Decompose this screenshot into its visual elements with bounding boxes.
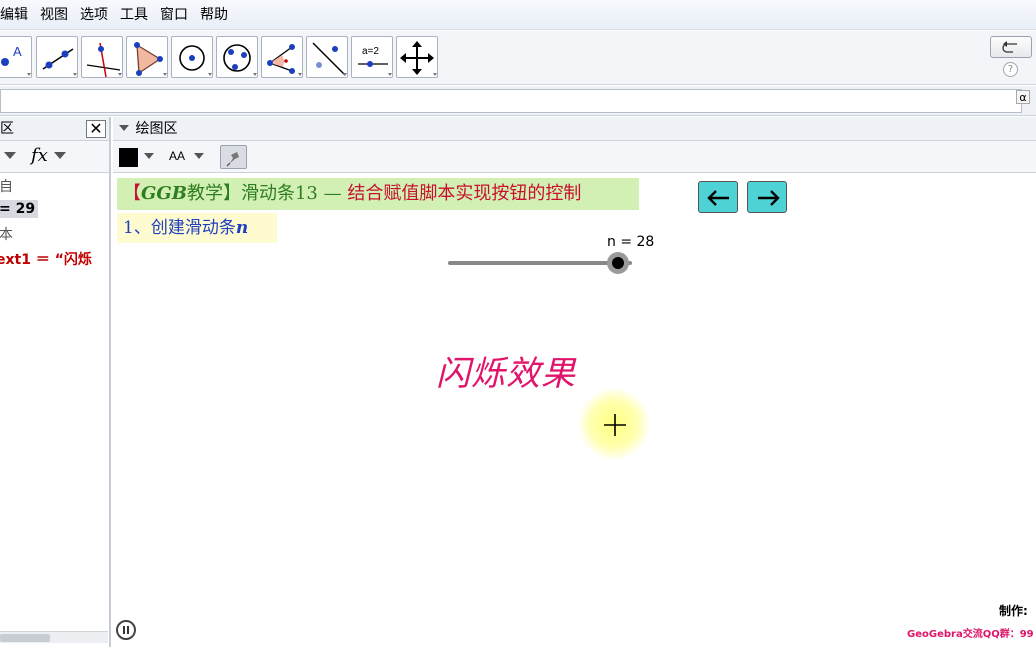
algebra-toolbar: fx — [0, 141, 109, 173]
chevron-down-icon[interactable] — [54, 152, 68, 162]
slider-tool[interactable]: a=2 — [351, 36, 393, 78]
point-tool[interactable]: A — [0, 36, 32, 78]
algebra-row[interactable]: 自 — [0, 176, 13, 196]
graphics-title: 绘图区 — [135, 121, 178, 137]
pause-button[interactable] — [116, 620, 136, 640]
slider-icon: a=2 — [358, 46, 392, 76]
undo-icon — [1002, 41, 1017, 53]
triangle-down-icon[interactable] — [119, 123, 131, 133]
algebra-row-text1[interactable]: ext1 ＝ “闪烁 — [0, 249, 92, 269]
symbol-button[interactable]: α — [1016, 90, 1030, 104]
algebra-view: 区 ✕ fx 自 = 29 本 ext1 ＝ “闪烁 — [0, 117, 111, 647]
circle-tool[interactable] — [171, 36, 213, 78]
title-dash: — — [323, 183, 342, 204]
prev-button[interactable] — [698, 181, 738, 213]
point-icon: A — [1, 44, 31, 76]
menu-bar: 编辑 视图 选项 工具 窗口 帮助 — [0, 0, 1036, 30]
title-bracket: 【 — [123, 183, 141, 204]
title-brand-suffix: 教学】 — [186, 183, 241, 204]
maker-label: 制作: — [999, 604, 1028, 618]
chevron-down-icon[interactable] — [144, 153, 156, 161]
title-text-box[interactable]: 【GGB教学】滑动条13 — 结合赋值脚本实现按钮的控制 — [117, 178, 639, 210]
polygon-icon — [134, 42, 167, 76]
menu-tools[interactable]: 工具 — [114, 0, 154, 30]
angle-icon — [267, 44, 302, 76]
menu-edit[interactable]: 编辑 — [0, 0, 34, 30]
style-bar: AA — [113, 141, 1036, 173]
conic-tool[interactable] — [216, 36, 258, 78]
algebra-title: 区 — [0, 121, 14, 137]
polygon-tool[interactable] — [126, 36, 168, 78]
reflect-tool[interactable] — [306, 36, 348, 78]
slider-track[interactable] — [448, 261, 632, 265]
undo-button[interactable] — [990, 36, 1032, 58]
perpendicular-tool[interactable] — [81, 36, 123, 78]
step-variable: n — [235, 218, 249, 238]
triangle-down-icon[interactable] — [4, 152, 18, 162]
step-text-box[interactable]: 1、创建滑动条n — [117, 213, 277, 243]
close-icon[interactable]: ✕ — [86, 120, 106, 138]
fx-icon[interactable]: fx — [31, 145, 48, 166]
crosshair-cursor-icon — [604, 414, 626, 436]
pause-icon — [123, 626, 129, 634]
move-graphics-icon — [400, 41, 437, 76]
title-brand: GGB — [141, 183, 187, 204]
circle-icon — [179, 45, 212, 76]
horizontal-scrollbar[interactable] — [0, 631, 108, 643]
flash-text: 闪烁效果 — [436, 354, 576, 394]
step-label: 1、创建滑动条 — [123, 218, 236, 238]
algebra-header: 区 ✕ — [0, 117, 109, 141]
reflect-icon — [312, 42, 347, 76]
input-field[interactable] — [0, 89, 1022, 113]
menu-view[interactable]: 视图 — [34, 0, 74, 30]
slider-handle[interactable] — [607, 252, 629, 274]
pin-button[interactable] — [220, 145, 247, 169]
point-tool-label: A — [13, 44, 22, 59]
line-icon — [42, 48, 77, 76]
ellipse-icon — [223, 44, 257, 76]
line-tool[interactable] — [36, 36, 78, 78]
algebra-row-selected[interactable]: = 29 — [0, 200, 39, 218]
title-subject: 滑动条13 — [240, 183, 324, 204]
algebra-row[interactable]: 本 — [0, 224, 13, 244]
pin-icon — [226, 152, 239, 167]
menu-window[interactable]: 窗口 — [154, 0, 194, 30]
arrow-left-icon — [707, 190, 729, 206]
qq-group-label: GeoGebra交流QQ群：99 — [907, 629, 1034, 640]
perpendicular-icon — [86, 42, 122, 78]
menu-options[interactable]: 选项 — [74, 0, 114, 30]
next-button[interactable] — [747, 181, 787, 213]
font-size-icon[interactable]: AA — [169, 149, 185, 163]
chevron-down-icon[interactable] — [194, 153, 206, 161]
arrow-right-icon — [758, 190, 780, 206]
graphics-header: 绘图区 — [113, 117, 1036, 141]
color-swatch[interactable] — [119, 148, 138, 167]
slider-tool-label: a=2 — [362, 46, 379, 57]
move-view-tool[interactable] — [396, 36, 438, 78]
help-icon[interactable]: ? — [1003, 62, 1018, 77]
angle-tool[interactable] — [261, 36, 303, 78]
title-topic: 结合赋值脚本实现按钮的控制 — [341, 183, 582, 204]
input-bar: α — [0, 86, 1036, 116]
slider-label: n = 28 — [607, 234, 655, 250]
scrollbar-thumb[interactable] — [0, 634, 50, 642]
menu-help[interactable]: 帮助 — [194, 0, 234, 30]
toolbar: A a=2 ? — [0, 31, 1036, 85]
